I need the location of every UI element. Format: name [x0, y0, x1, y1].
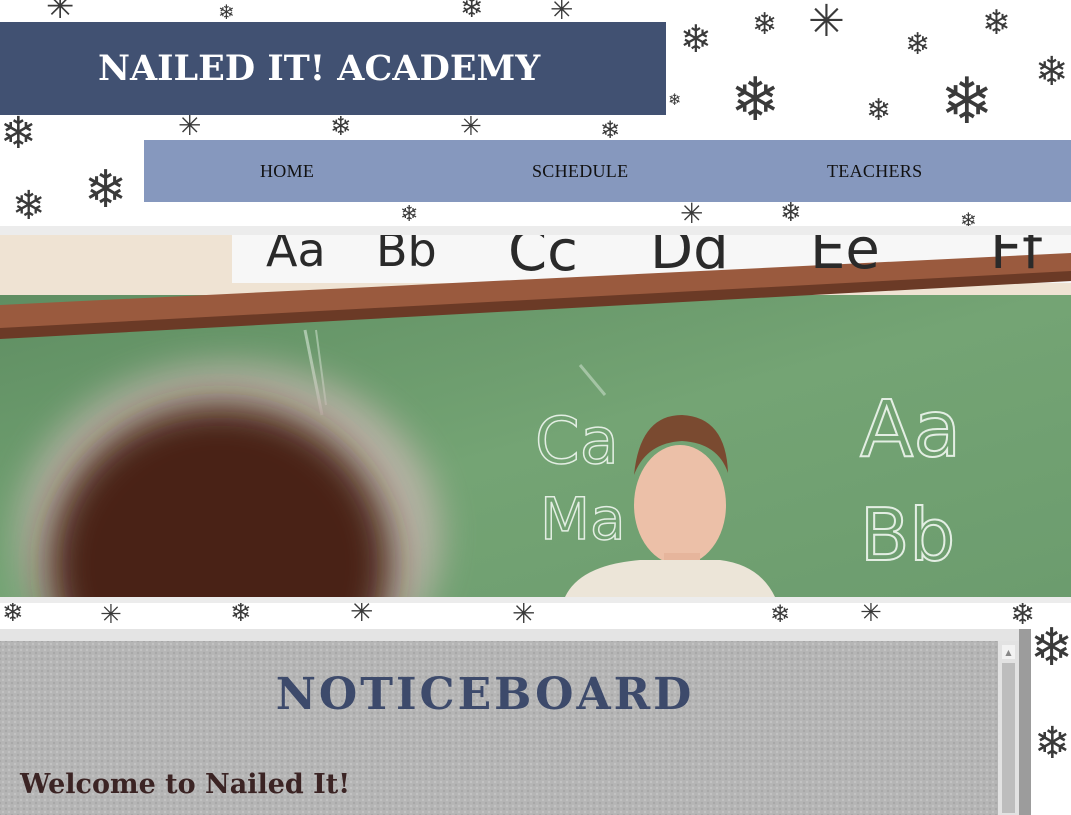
alphabet-card: Bb: [376, 235, 437, 277]
nav-item-home[interactable]: HOME: [260, 140, 314, 202]
teacher-face: [634, 445, 726, 565]
snowflake-icon: ❄: [770, 600, 791, 628]
snowflake-icon: ❄: [752, 7, 778, 42]
alphabet-card: Dd: [650, 235, 729, 281]
snowflake-icon: ❄: [330, 112, 352, 142]
alphabet-card: Aa: [266, 235, 326, 277]
snowflake-icon: ✳: [178, 109, 202, 142]
nav-item-schedule[interactable]: SCHEDULE: [532, 140, 628, 202]
scrollbar-thumb[interactable]: [1002, 663, 1015, 813]
snowflake-icon: ✳: [512, 597, 536, 630]
snowflake-icon: ✳: [860, 598, 882, 628]
snowflake-icon: ❄: [982, 3, 1011, 43]
snowflake-icon: ✳: [46, 0, 75, 27]
snowflake-icon: ❄: [230, 598, 252, 628]
alphabet-card: Cc: [508, 235, 578, 281]
welcome-heading: Welcome to Nailed It!: [20, 769, 351, 800]
header-banner: NAILED IT! ACADEMY: [0, 22, 666, 115]
snowflake-icon: ❄: [1030, 618, 1071, 678]
snowflake-icon: ❄: [460, 0, 484, 24]
snowflake-icon: ❄: [668, 90, 682, 109]
noticeboard-scrollbar[interactable]: ▲: [998, 641, 1019, 815]
snowflake-icon: ❄: [12, 183, 46, 229]
snowflake-icon: ❄: [1035, 49, 1069, 95]
chalk-writing: Bb: [859, 492, 956, 578]
site-title[interactable]: NAILED IT! ACADEMY: [98, 48, 540, 89]
snowflake-icon: ❄: [600, 116, 621, 144]
panel-edge: [1019, 629, 1031, 815]
snowflake-icon: ✳: [100, 600, 122, 630]
main-nav: HOME SCHEDULE TEACHERS: [144, 140, 1071, 202]
snowflake-icon: ✳: [680, 197, 704, 230]
noticeboard-heading: NOTICEBOARD: [275, 669, 695, 720]
snowflake-icon: ❄: [680, 17, 712, 61]
snowflake-icon: ✳: [460, 112, 482, 142]
arrow-up-icon[interactable]: ▲: [1002, 645, 1015, 659]
snowflake-icon: ❄: [866, 93, 892, 128]
alphabet-cards: Aa Bb Cc Dd Ee Ff: [240, 235, 1071, 281]
snowflake-icon: ❄: [84, 160, 128, 220]
snowflake-icon: ✳: [808, 0, 845, 47]
snowflake-icon: ❄: [0, 108, 37, 159]
chalk-writing: Ca: [534, 404, 619, 480]
snowflake-icon: ❄: [780, 198, 802, 228]
snowflake-icon: ❄: [940, 65, 994, 139]
chalk-writing: Aa: [859, 384, 962, 476]
snowflake-icon: ❄: [905, 27, 931, 62]
chalk-writing: Ma: [539, 484, 626, 554]
hero-image: Aa Bb Cc Dd Ee Ff Ca Ma Aa Bb: [0, 235, 1071, 597]
nav-item-teachers[interactable]: TEACHERS: [827, 140, 922, 202]
noticeboard-panel: NOTICEBOARD Welcome to Nailed It! ▲: [0, 629, 1031, 815]
alphabet-card: Ee: [810, 235, 880, 281]
snowflake-icon: ✳: [550, 0, 574, 26]
snowflake-icon: ❄: [400, 202, 419, 227]
snowflake-icon: ❄: [1034, 718, 1071, 769]
snowflake-icon: ❄: [2, 598, 24, 628]
noticeboard-content[interactable]: NOTICEBOARD Welcome to Nailed It!: [0, 641, 998, 815]
snowflake-icon: ❄: [730, 65, 781, 135]
alphabet-card: Ff: [990, 235, 1042, 281]
hero-top-divider: [0, 226, 1071, 235]
snowflake-icon: ❄: [218, 0, 235, 24]
hero-bottom-divider: [0, 597, 1071, 603]
